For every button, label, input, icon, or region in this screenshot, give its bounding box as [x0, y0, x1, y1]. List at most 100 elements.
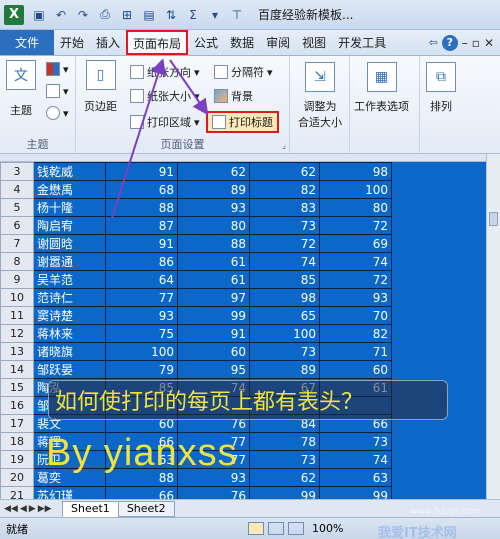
cell-score-1[interactable]: 93 — [105, 306, 178, 325]
orientation-button[interactable]: 纸张方向 ▾ — [130, 64, 200, 80]
redo-icon[interactable]: ↷ — [74, 6, 92, 24]
row-number[interactable]: 12 — [0, 324, 34, 343]
cell-score-4[interactable]: 72 — [319, 270, 392, 289]
sort-icon[interactable]: ⇅ — [162, 6, 180, 24]
save-icon[interactable]: ▣ — [30, 6, 48, 24]
cell-score-2[interactable]: 93 — [177, 198, 250, 217]
cell-score-4[interactable]: 73 — [319, 432, 392, 451]
cell-score-2[interactable]: 88 — [177, 234, 250, 253]
cell-score-2[interactable]: 62 — [177, 162, 250, 181]
tab-review[interactable]: 审阅 — [260, 30, 296, 55]
help-icon[interactable]: ? — [441, 34, 458, 51]
page-setup-launcher-icon[interactable]: ⌟ — [282, 141, 286, 151]
cell-score-1[interactable]: 64 — [105, 270, 178, 289]
cell-score-1[interactable]: 75 — [105, 324, 178, 343]
cell-score-3[interactable]: 65 — [249, 306, 320, 325]
cell-score-1[interactable]: 86 — [105, 252, 178, 271]
cell-score-4[interactable]: 70 — [319, 306, 392, 325]
cell-score-3[interactable]: 82 — [249, 180, 320, 199]
cell-score-3[interactable]: 100 — [249, 324, 320, 343]
zoom-level[interactable]: 100% — [312, 522, 343, 535]
view-pagebreak-icon[interactable] — [288, 522, 304, 535]
sheet-options-button[interactable]: ▦ 工作表选项 — [354, 62, 409, 114]
row-number[interactable]: 20 — [0, 468, 34, 487]
cell-name[interactable]: 窦诗楚 — [33, 306, 106, 325]
paste-icon[interactable]: ▤ — [140, 6, 158, 24]
cell-name[interactable]: 诸晓旗 — [33, 342, 106, 361]
cell-score-3[interactable]: 62 — [249, 162, 320, 181]
cell-score-4[interactable]: 82 — [319, 324, 392, 343]
cell-score-3[interactable]: 74 — [249, 252, 320, 271]
theme-colors-button[interactable]: ▾ — [46, 62, 69, 76]
background-button[interactable]: 背景 — [214, 88, 253, 104]
row-number[interactable]: 11 — [0, 306, 34, 325]
cell-score-1[interactable]: 87 — [105, 216, 178, 235]
cell-score-4[interactable]: 93 — [319, 288, 392, 307]
cell-score-2[interactable]: 91 — [177, 324, 250, 343]
filter-icon[interactable]: ▾ — [206, 6, 224, 24]
last-sheet-icon[interactable]: ▶▶ — [38, 504, 52, 514]
cell-score-4[interactable]: 80 — [319, 198, 392, 217]
cell-score-4[interactable]: 74 — [319, 450, 392, 469]
cell-score-2[interactable]: 76 — [177, 486, 250, 499]
cell-score-4[interactable]: 74 — [319, 252, 392, 271]
print-preview-icon[interactable]: ⎙ — [96, 6, 114, 24]
cell-score-4[interactable]: 72 — [319, 216, 392, 235]
window-close-icon[interactable]: ✕ — [484, 36, 494, 50]
row-number[interactable]: 8 — [0, 252, 34, 271]
cell-score-2[interactable]: 61 — [177, 252, 250, 271]
tab-data[interactable]: 数据 — [224, 30, 260, 55]
cell-score-2[interactable]: 89 — [177, 180, 250, 199]
cell-score-4[interactable]: 71 — [319, 342, 392, 361]
row-number[interactable]: 14 — [0, 360, 34, 379]
tab-home[interactable]: 开始 — [54, 30, 90, 55]
row-number[interactable]: 18 — [0, 432, 34, 451]
row-number[interactable]: 6 — [0, 216, 34, 235]
prev-sheet-icon[interactable]: ◀ — [20, 504, 27, 514]
themes-button[interactable]: 文 主题 — [6, 60, 36, 118]
cell-score-4[interactable]: 63 — [319, 468, 392, 487]
view-layout-icon[interactable] — [268, 522, 284, 535]
tab-developer[interactable]: 开发工具 — [332, 30, 392, 55]
cell-name[interactable]: 陶启宥 — [33, 216, 106, 235]
cell-score-3[interactable]: 83 — [249, 198, 320, 217]
vertical-scroll-thumb[interactable] — [489, 212, 498, 226]
cell-name[interactable]: 吴羊范 — [33, 270, 106, 289]
row-number[interactable]: 21 — [0, 486, 34, 499]
cell-score-3[interactable]: 72 — [249, 234, 320, 253]
row-number[interactable]: 15 — [0, 378, 34, 397]
cell-score-1[interactable]: 100 — [105, 342, 178, 361]
cell-score-3[interactable]: 73 — [249, 450, 320, 469]
cell-score-4[interactable]: 69 — [319, 234, 392, 253]
sheet-nav-arrows[interactable]: ◀◀ ◀ ▶ ▶▶ — [0, 504, 62, 514]
next-sheet-icon[interactable]: ▶ — [29, 504, 36, 514]
cell-name[interactable]: 苏幻瑾 — [33, 486, 106, 499]
cell-name[interactable]: 蒋林来 — [33, 324, 106, 343]
cell-score-2[interactable]: 61 — [177, 270, 250, 289]
row-number[interactable]: 16 — [0, 396, 34, 415]
cell-score-3[interactable]: 98 — [249, 288, 320, 307]
tab-view[interactable]: 视图 — [296, 30, 332, 55]
row-number[interactable]: 17 — [0, 414, 34, 433]
format-painter-icon[interactable]: ⊞ — [118, 6, 136, 24]
cell-score-2[interactable]: 60 — [177, 342, 250, 361]
tab-formulas[interactable]: 公式 — [188, 30, 224, 55]
cell-score-3[interactable]: 73 — [249, 216, 320, 235]
row-number[interactable]: 10 — [0, 288, 34, 307]
row-number[interactable]: 7 — [0, 234, 34, 253]
cell-name[interactable]: 谢嚣通 — [33, 252, 106, 271]
row-number[interactable]: 9 — [0, 270, 34, 289]
cell-score-3[interactable]: 78 — [249, 432, 320, 451]
view-normal-icon[interactable] — [248, 522, 264, 535]
cell-score-3[interactable]: 73 — [249, 342, 320, 361]
scale-to-fit-button[interactable]: ⇲ 调整为 合适大小 — [298, 62, 342, 130]
qat-more-icon[interactable]: ⊤ — [228, 6, 246, 24]
cell-score-2[interactable]: 80 — [177, 216, 250, 235]
cell-score-1[interactable]: 91 — [105, 234, 178, 253]
row-number[interactable]: 19 — [0, 450, 34, 469]
cell-score-1[interactable]: 79 — [105, 360, 178, 379]
tab-page-layout[interactable]: 页面布局 — [126, 30, 189, 55]
cell-name[interactable]: 金懋禹 — [33, 180, 106, 199]
cell-name[interactable]: 谢圆晗 — [33, 234, 106, 253]
size-button[interactable]: 纸张大小 ▾ — [130, 88, 200, 104]
